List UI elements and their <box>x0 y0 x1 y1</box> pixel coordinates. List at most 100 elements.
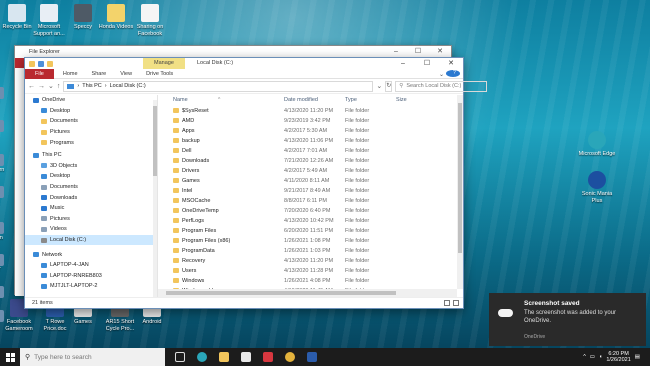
volume-icon[interactable]: ◖ <box>599 354 602 360</box>
horizontal-scrollbar[interactable] <box>158 289 457 297</box>
nav-item[interactable]: LAPTOP-4-JAN <box>25 260 157 271</box>
nav-item[interactable]: This PC <box>25 150 157 161</box>
tab-home[interactable]: Home <box>56 69 85 79</box>
nav-item[interactable]: LAPTOP-RNREB803 <box>25 271 157 282</box>
table-row[interactable]: Apps 4/2/2017 5:30 AM File folder <box>158 126 463 136</box>
nav-item[interactable]: Desktop <box>25 106 157 117</box>
address-dropdown-icon[interactable]: ⌄ <box>376 82 382 90</box>
tab-drive-tools[interactable]: Drive Tools <box>139 69 180 79</box>
vertical-scrollbar[interactable] <box>457 95 463 289</box>
breadcrumb-this-pc[interactable]: This PC <box>82 83 102 89</box>
nav-item[interactable]: Music <box>25 203 157 214</box>
large-icons-view-icon[interactable] <box>453 300 459 306</box>
table-row[interactable]: OneDriveTemp 7/20/2020 6:40 PM File folder <box>158 206 463 216</box>
table-row[interactable]: Drivers 4/2/2017 5:49 AM File folder <box>158 166 463 176</box>
taskbar-search[interactable]: ⚲ <box>20 348 165 366</box>
table-row[interactable]: Program Files 6/20/2020 11:51 PM File fold… <box>158 226 463 236</box>
up-arrow-icon[interactable]: ↑ <box>57 83 61 90</box>
file-type: File folder <box>345 248 370 255</box>
desktop-icon[interactable]: Sharing on Facebook <box>129 4 171 37</box>
table-row[interactable]: Games 4/11/2020 8:11 AM File folder <box>158 176 463 186</box>
table-row[interactable]: Downloads 7/21/2020 12:26 AM File folder <box>158 156 463 166</box>
new-folder-icon[interactable] <box>47 60 53 67</box>
refresh-icon[interactable]: ↻ <box>385 80 393 92</box>
desktop-icon-image <box>588 171 606 189</box>
nav-item[interactable]: OneDrive <box>25 95 157 106</box>
close-icon[interactable]: ✕ <box>439 58 463 69</box>
edge-icon[interactable] <box>197 352 207 362</box>
nav-item[interactable]: Videos <box>25 224 157 235</box>
table-row[interactable]: ProgramData 1/26/2021 1:03 PM File folder <box>158 246 463 256</box>
explorer-body: OneDrive Desktop Documents Pictures Programs… <box>25 95 463 297</box>
column-size[interactable]: Size <box>396 97 407 103</box>
title-bar[interactable]: Manage Local Disk (C:) – ☐ ✕ <box>25 58 463 69</box>
nav-item-icon <box>41 118 47 124</box>
desktop-icon[interactable]: Sonic Mania Plus <box>576 171 618 204</box>
maximize-icon[interactable]: ☐ <box>415 58 439 69</box>
start-button[interactable] <box>0 348 20 366</box>
recent-locations-icon[interactable]: ⌄ <box>48 82 54 90</box>
nav-item-icon <box>41 184 47 190</box>
search-box[interactable]: ⚲ <box>395 80 488 92</box>
task-view-icon[interactable] <box>175 352 185 362</box>
forward-arrow-icon[interactable]: → <box>38 83 45 90</box>
file-explorer-icon[interactable] <box>219 352 229 362</box>
table-row[interactable]: Users 4/13/2020 11:28 PM File folder <box>158 266 463 276</box>
vertical-scrollbar-thumb[interactable] <box>458 103 462 253</box>
column-name[interactable]: Name <box>173 97 188 103</box>
tab-view[interactable]: View <box>113 69 139 79</box>
address-bar[interactable]: › This PC › Local Disk (C:) <box>63 80 374 92</box>
table-row[interactable]: backup 4/13/2020 11:06 PM File folder <box>158 136 463 146</box>
taskbar-search-input[interactable] <box>34 353 155 361</box>
nav-item-label: Music <box>50 205 65 212</box>
clock[interactable]: 6:20 PM 1/26/2021 <box>606 351 630 364</box>
nav-item[interactable]: Desktop <box>25 171 157 182</box>
file-explorer-window[interactable]: Manage Local Disk (C:) – ☐ ✕ File Home Sha… <box>24 57 488 309</box>
horizontal-scrollbar-thumb[interactable] <box>166 291 396 295</box>
properties-icon[interactable] <box>38 60 44 67</box>
table-row[interactable]: AMD 9/23/2019 3:42 PM File folder <box>158 116 463 126</box>
nav-item[interactable]: Pictures <box>25 127 157 138</box>
back-arrow-icon[interactable]: ← <box>28 83 35 90</box>
nav-scrollbar[interactable] <box>153 100 157 297</box>
desktop-icon[interactable]: Microsoft Edge <box>576 131 618 158</box>
nav-item[interactable]: Local Disk (C:) <box>25 234 157 246</box>
nav-item[interactable]: Pictures <box>25 214 157 225</box>
nav-item[interactable]: Documents <box>25 116 157 127</box>
search-input[interactable] <box>406 83 487 89</box>
acrobat-icon[interactable] <box>263 352 273 362</box>
breadcrumb-local-disk[interactable]: Local Disk (C:) <box>110 83 146 89</box>
word-icon[interactable] <box>307 352 317 362</box>
show-hidden-icons-icon[interactable]: ^ <box>583 354 586 360</box>
action-center-icon[interactable]: ▤ <box>635 354 640 360</box>
table-row[interactable]: Windows 1/26/2021 4:08 PM File folder <box>158 276 463 286</box>
file-type: File folder <box>345 208 370 215</box>
minimize-icon[interactable]: – <box>391 58 415 69</box>
tab-share[interactable]: Share <box>85 69 114 79</box>
nav-item[interactable]: MJTJLT-LAPTOP-2 <box>25 281 157 292</box>
nav-item[interactable]: Documents <box>25 182 157 193</box>
table-row[interactable]: Intel 9/21/2017 8:49 AM File folder <box>158 186 463 196</box>
quick-access-toolbar <box>25 60 53 67</box>
table-row[interactable]: MSOCache 8/8/2017 6:11 PM File folder <box>158 196 463 206</box>
table-row[interactable]: $SysReset 4/13/2020 11:20 PM File folder <box>158 106 463 116</box>
chrome-icon[interactable] <box>285 352 295 362</box>
table-row[interactable]: PerfLogs 4/13/2020 10:42 PM File folder <box>158 216 463 226</box>
nav-scrollbar-thumb[interactable] <box>153 106 157 176</box>
details-view-icon[interactable] <box>444 300 450 306</box>
nav-item[interactable]: Network <box>25 249 157 260</box>
nav-item[interactable]: Downloads <box>25 192 157 203</box>
help-icon[interactable]: ? <box>446 70 460 77</box>
tab-file[interactable]: File <box>25 68 54 79</box>
network-icon[interactable]: ▭ <box>590 354 595 360</box>
nav-item[interactable]: Programs <box>25 137 157 148</box>
onedrive-notification[interactable]: Screenshot saved The screenshot was adde… <box>489 293 646 346</box>
table-row[interactable]: Dell 4/2/2017 7:01 AM File folder <box>158 146 463 156</box>
column-type[interactable]: Type <box>345 97 357 103</box>
store-icon[interactable] <box>241 352 251 362</box>
manage-context-tab[interactable]: Manage <box>143 58 185 69</box>
nav-item[interactable]: 3D Objects <box>25 161 157 172</box>
column-date-modified[interactable]: Date modified <box>284 97 318 103</box>
table-row[interactable]: Program Files (x86) 1/26/2021 1:08 PM File… <box>158 236 463 246</box>
table-row[interactable]: Recovery 4/13/2020 11:20 PM File folder <box>158 256 463 266</box>
